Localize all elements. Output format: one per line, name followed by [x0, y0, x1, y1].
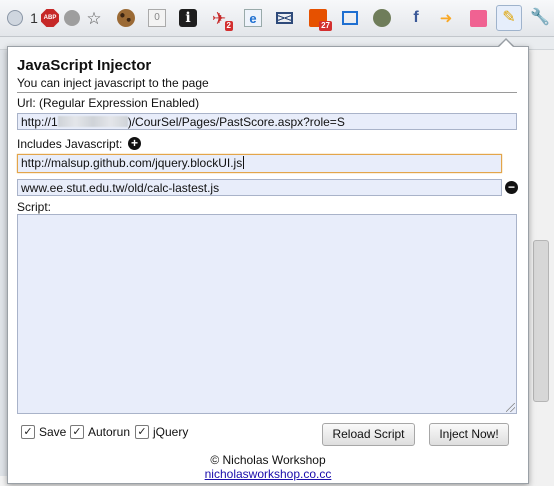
url-input[interactable]: http://1 )/CourSel/Pages/PastScore.aspx?r… — [17, 113, 517, 130]
jquery-label: jQuery — [153, 425, 189, 439]
lightbulb-icon — [64, 10, 80, 26]
autorun-checkbox[interactable]: ✓ Autorun — [70, 425, 130, 439]
popup-pointer-inner — [499, 40, 513, 47]
plus-icon: + — [130, 136, 138, 150]
url-prefix: http://1 — [21, 115, 58, 129]
airplane-extension-button[interactable]: ✈ 2 — [207, 6, 233, 31]
calendar-button[interactable]: 27 — [306, 6, 332, 31]
save-checkbox[interactable]: ✓ Save — [21, 425, 66, 439]
popup-subtitle: You can inject javascript to the page — [17, 76, 209, 90]
includes-label: Includes Javascript: — [17, 137, 123, 151]
adblock-label: ABP — [43, 15, 57, 21]
adblock-button[interactable]: ABP — [38, 6, 62, 30]
include-input-2[interactable]: www.ee.stut.edu.tw/old/calc-lastest.js — [17, 179, 502, 196]
notes-extension-button[interactable] — [466, 6, 490, 30]
autorun-checkmark-icon: ✓ — [70, 425, 84, 439]
notes-icon — [469, 9, 487, 27]
info-icon: i — [179, 9, 197, 27]
settings-wrench-button[interactable]: 🔧 — [528, 6, 552, 30]
script-label: Script: — [17, 200, 52, 214]
airplane-icon: ✈ — [211, 8, 227, 28]
screenshot-button[interactable] — [338, 6, 362, 30]
globe-icon — [7, 10, 23, 26]
include-2-text: www.ee.stut.edu.tw/old/calc-lastest.js — [21, 181, 220, 195]
ie-icon: e — [244, 9, 262, 27]
add-include-button[interactable]: + — [128, 137, 141, 150]
copyright-text: © Nicholas Workshop — [210, 453, 326, 467]
jquery-checkmark-icon: ✓ — [135, 425, 149, 439]
include-1-text: http://malsup.github.com/jquery.blockUI.… — [21, 156, 243, 170]
bookmark-star-button[interactable]: ☆ — [82, 6, 106, 30]
text-caret — [243, 156, 245, 169]
mail-icon — [275, 12, 293, 24]
redacted-segment — [57, 116, 128, 127]
screen-capture-icon — [342, 11, 358, 25]
autorun-label: Autorun — [88, 425, 131, 439]
url-suffix: )/CourSel/Pages/PastScore.aspx?role=S — [127, 115, 345, 129]
ie-tab-button[interactable]: e — [241, 6, 265, 30]
scrollbar-thumb[interactable] — [533, 240, 549, 402]
url-label: Url: (Regular Expression Enabled) — [17, 96, 200, 110]
star-icon: ☆ — [86, 8, 102, 28]
wrench-icon: 🔧 — [530, 9, 550, 26]
facebook-button[interactable]: f — [404, 6, 428, 30]
save-checkmark-icon: ✓ — [21, 425, 35, 439]
javascript-injector-button[interactable]: ✎ — [496, 5, 522, 31]
browser-toolbar: 1 ABP ☆ 0 i ✈ 2 e 27 f ➜ ✎ 🔧 — [0, 0, 554, 37]
adblock-icon: ABP — [41, 9, 59, 27]
leaf-icon — [373, 9, 391, 27]
jquery-checkbox[interactable]: ✓ jQuery — [135, 425, 188, 439]
extension-button-bulb[interactable] — [60, 6, 84, 30]
inject-now-button[interactable]: Inject Now! — [429, 423, 509, 446]
airplane-badge: 2 — [224, 21, 233, 31]
workshop-link[interactable]: nicholasworkshop.co.cc — [8, 467, 528, 481]
pencil-icon: ✎ — [502, 9, 516, 26]
minus-icon: − — [507, 180, 515, 194]
counter-box-icon: 0 — [148, 9, 166, 27]
javascript-injector-popup: JavaScript Injector You can inject javas… — [7, 46, 529, 484]
info-button[interactable]: i — [176, 6, 200, 30]
remove-include-button[interactable]: − — [505, 181, 518, 194]
page-scrollbar[interactable] — [527, 50, 554, 486]
calendar-badge: 27 — [319, 21, 332, 31]
extension-button-counter[interactable]: 0 — [145, 6, 169, 30]
cookie-icon — [117, 9, 135, 27]
facebook-icon: f — [413, 9, 419, 26]
info-glyph: i — [185, 10, 191, 26]
leaf-extension-button[interactable] — [370, 6, 394, 30]
popup-title: JavaScript Injector — [17, 57, 152, 74]
include-input-1[interactable]: http://malsup.github.com/jquery.blockUI.… — [17, 154, 502, 173]
mail-button[interactable] — [272, 6, 296, 30]
extension-button-cookie[interactable] — [114, 6, 138, 30]
counter-box-value: 0 — [154, 12, 160, 23]
send-to-phone-button[interactable]: ➜ — [434, 6, 458, 30]
resize-grip-icon[interactable] — [506, 403, 515, 412]
reload-script-button[interactable]: Reload Script — [322, 423, 415, 446]
script-textarea[interactable] — [17, 214, 517, 414]
phone-arrow-icon: ➜ — [439, 9, 453, 27]
title-divider — [17, 92, 517, 93]
save-label: Save — [39, 425, 67, 439]
